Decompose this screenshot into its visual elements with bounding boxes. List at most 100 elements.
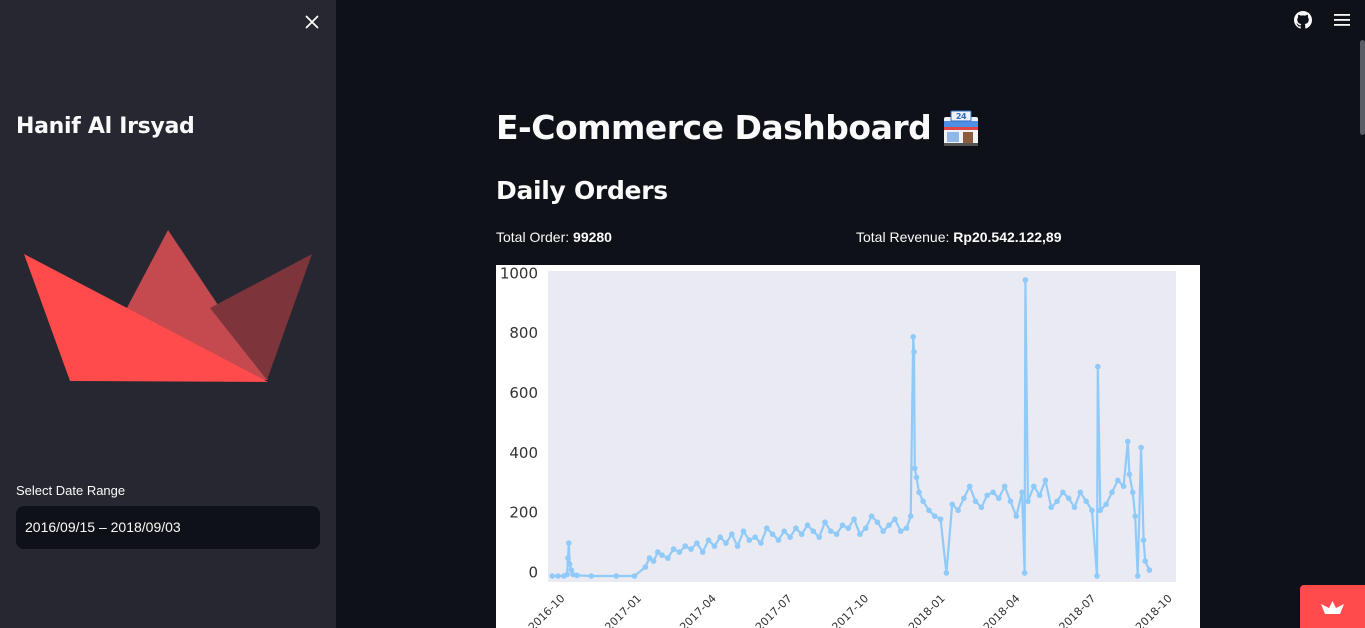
- data-point: [920, 498, 926, 505]
- data-point: [723, 540, 729, 546]
- daily-orders-chart: 0 200 400 600 800 1000 2016-10 2017-01 2017-04 2…: [496, 265, 1200, 628]
- data-point: [932, 513, 938, 519]
- x-tick-label: 2017-04: [677, 592, 719, 628]
- data-point: [1025, 498, 1031, 505]
- date-range-label: Select Date Range: [16, 483, 126, 498]
- y-tick-label: 0: [528, 563, 538, 581]
- data-point: [787, 534, 793, 540]
- x-tick-label: 2017-10: [829, 592, 871, 628]
- data-point: [907, 513, 914, 519]
- data-point: [913, 474, 920, 481]
- github-icon: [1294, 11, 1312, 29]
- data-point: [1132, 513, 1138, 519]
- data-point: [734, 543, 741, 549]
- data-point: [781, 528, 787, 534]
- data-point: [1109, 489, 1115, 496]
- data-point: [1134, 573, 1141, 579]
- x-tick-label: 2017-07: [753, 592, 795, 628]
- data-point: [1036, 492, 1043, 499]
- data-point: [886, 522, 892, 528]
- data-point: [758, 540, 764, 546]
- data-point: [912, 465, 918, 472]
- data-point: [1138, 444, 1144, 451]
- data-point: [966, 483, 973, 490]
- data-point: [775, 537, 782, 543]
- data-point: [1115, 477, 1121, 484]
- data-point: [631, 573, 638, 579]
- data-point: [897, 528, 904, 534]
- data-point: [804, 522, 811, 528]
- data-point: [903, 525, 910, 531]
- page-title-text: E-Commerce Dashboard: [496, 108, 932, 147]
- data-point: [851, 516, 857, 522]
- data-point: [729, 531, 735, 537]
- data-point: [810, 528, 817, 534]
- close-sidebar-button[interactable]: [300, 10, 324, 34]
- convenience-store-icon: 24: [944, 110, 979, 146]
- data-point: [868, 513, 875, 519]
- data-point: [793, 525, 799, 531]
- data-point: [740, 528, 747, 534]
- x-tick-label: 2017-01: [602, 592, 644, 628]
- data-point: [659, 552, 665, 558]
- streamlit-crown-icon: [1321, 601, 1344, 614]
- data-point: [833, 531, 840, 537]
- app-root: Hanif Al Irsyad Select Date Range 2016/0…: [0, 0, 1365, 628]
- sidebar-author-name: Hanif Al Irsyad: [16, 114, 195, 139]
- data-point: [857, 531, 863, 537]
- data-point: [1126, 471, 1133, 478]
- y-tick-label: 1000: [500, 265, 538, 282]
- page-title: E-Commerce Dashboard 24: [496, 108, 981, 147]
- data-point: [798, 531, 805, 537]
- data-point: [1097, 507, 1104, 514]
- data-point: [682, 543, 688, 549]
- data-point: [670, 546, 677, 552]
- data-point: [816, 534, 822, 540]
- section-title-daily-orders: Daily Orders: [496, 176, 668, 205]
- data-point: [564, 571, 570, 578]
- data-point: [926, 507, 932, 514]
- data-point: [911, 349, 917, 355]
- total-order-label: Total Order:: [496, 229, 574, 245]
- data-point: [1060, 489, 1066, 496]
- data-point: [1146, 567, 1153, 573]
- data-point: [961, 495, 967, 502]
- total-revenue-label: Total Revenue:: [856, 229, 954, 245]
- y-tick-label: 600: [509, 384, 538, 402]
- x-tick-label: 2018-07: [1057, 592, 1099, 628]
- data-point: [910, 334, 916, 340]
- data-point: [1048, 504, 1054, 511]
- data-point: [874, 519, 881, 525]
- data-point: [764, 525, 770, 531]
- data-point: [642, 564, 649, 570]
- data-point: [1065, 495, 1072, 502]
- github-button[interactable]: [1294, 11, 1312, 29]
- main-menu-button[interactable]: [1333, 12, 1351, 28]
- x-tick-label: 2018-10: [1133, 592, 1175, 628]
- data-point: [549, 573, 555, 579]
- data-point: [694, 540, 700, 546]
- data-point: [972, 498, 979, 505]
- data-point: [1142, 558, 1148, 564]
- y-tick-label: 200: [509, 504, 538, 522]
- data-point: [880, 528, 886, 534]
- x-tick-label: 2018-04: [981, 592, 1023, 628]
- data-point: [828, 528, 834, 534]
- data-point: [699, 549, 706, 555]
- data-point: [1077, 489, 1084, 496]
- vertical-scrollbar[interactable]: [1360, 40, 1365, 135]
- data-point: [1083, 498, 1089, 505]
- data-point: [937, 516, 944, 522]
- data-point: [566, 561, 573, 567]
- data-point: [862, 525, 869, 531]
- data-point: [1019, 489, 1025, 496]
- data-point: [943, 570, 950, 576]
- data-point: [949, 501, 955, 508]
- data-point: [665, 555, 671, 561]
- data-point: [984, 492, 990, 499]
- date-range-input[interactable]: 2016/09/15 – 2018/09/03: [16, 506, 320, 549]
- data-point: [1095, 363, 1101, 370]
- streamlit-badge-button[interactable]: [1300, 585, 1365, 628]
- x-tick-label: 2018-01: [906, 592, 948, 628]
- data-point: [1140, 537, 1147, 543]
